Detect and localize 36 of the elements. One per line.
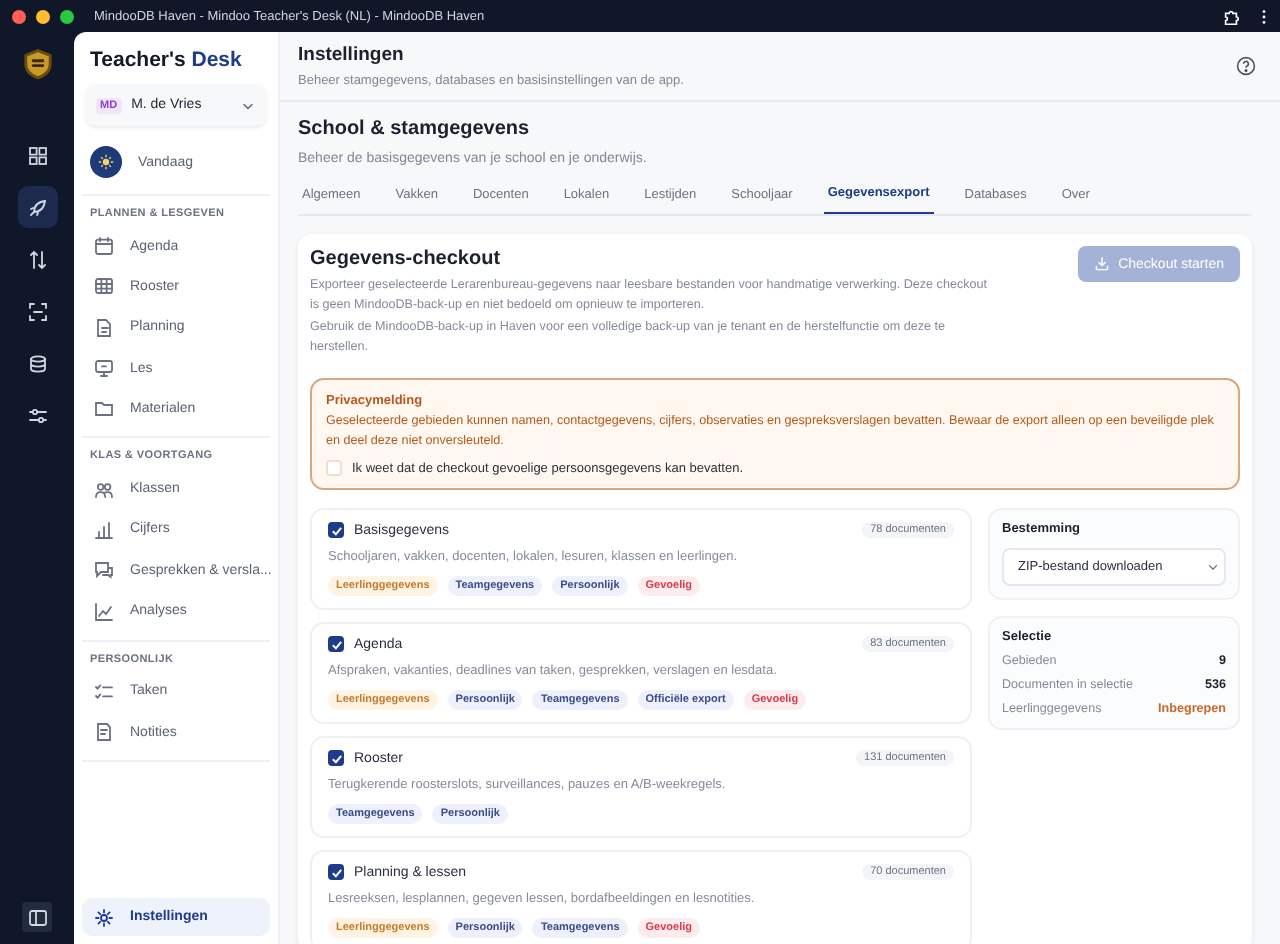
calendar-icon (94, 236, 114, 257)
puzzle-icon (1222, 7, 1240, 25)
minimize-button[interactable] (36, 9, 50, 23)
card-title: Gegevens-checkout (310, 248, 503, 270)
note-icon (94, 722, 114, 743)
chat-icon (94, 560, 114, 581)
page-title: Instellingen (298, 44, 406, 66)
close-button[interactable] (12, 9, 26, 23)
sliders-icon (27, 405, 47, 425)
folder-icon (94, 398, 114, 419)
monitor-icon (94, 358, 114, 379)
help-icon[interactable] (1236, 56, 1256, 76)
scan-icon (27, 301, 47, 321)
sun-badge-icon (90, 146, 122, 178)
app-logo-text: Teacher's Desk (88, 48, 244, 72)
up-down-arrows-icon (27, 249, 47, 269)
checklist-icon (94, 681, 114, 702)
table-icon (94, 276, 114, 297)
bar-chart-icon (94, 519, 114, 540)
download-icon (1094, 256, 1111, 272)
sidebar-toggle-button[interactable] (22, 902, 52, 932)
panel-icon (27, 907, 47, 927)
database-icon (27, 353, 47, 373)
nav-button[interactable] (17, 186, 57, 228)
gear-icon (94, 907, 114, 927)
maximize-button[interactable] (60, 9, 74, 23)
grid-icon (27, 145, 47, 165)
checkbox[interactable] (326, 460, 342, 476)
section-title: School & stamgegevens (298, 118, 532, 140)
document-icon (94, 317, 114, 338)
more-options-icon[interactable] (1260, 7, 1268, 25)
rocket-icon (27, 197, 47, 217)
chevron-down-icon (1206, 560, 1220, 574)
line-chart-icon (94, 601, 114, 622)
shield-logo-icon (21, 48, 53, 80)
people-icon (94, 479, 114, 500)
